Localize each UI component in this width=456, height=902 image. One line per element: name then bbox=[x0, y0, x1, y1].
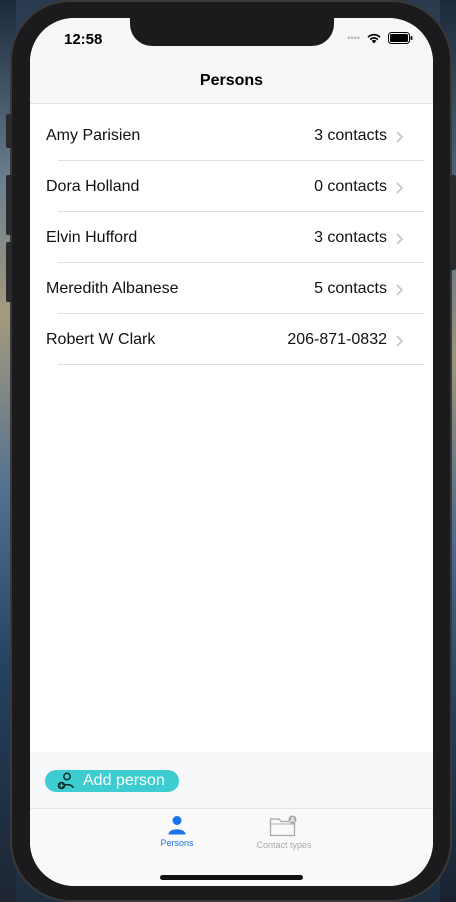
contact-types-icon bbox=[269, 815, 297, 837]
tab-label: Persons bbox=[160, 838, 194, 848]
person-row-4[interactable]: Robert W Clark 206-871-0832 bbox=[30, 314, 433, 365]
person-name: Dora Holland bbox=[46, 178, 140, 195]
person-row-3[interactable]: Meredith Albanese 5 contacts bbox=[30, 263, 433, 314]
volume-up-button bbox=[6, 175, 12, 235]
person-detail: 3 contacts bbox=[314, 229, 387, 246]
home-indicator bbox=[160, 875, 303, 880]
chevron-right-icon bbox=[396, 335, 404, 347]
signal-icon: •••• bbox=[347, 33, 360, 43]
power-button bbox=[450, 175, 456, 270]
person-name: Meredith Albanese bbox=[46, 280, 179, 297]
navigation-bar: Persons bbox=[30, 62, 433, 104]
add-person-icon bbox=[57, 772, 74, 790]
person-row-0[interactable]: Amy Parisien 3 contacts bbox=[30, 110, 433, 161]
person-detail: 5 contacts bbox=[314, 280, 387, 297]
person-row-2[interactable]: Elvin Hufford 3 contacts bbox=[30, 212, 433, 263]
mute-switch bbox=[6, 114, 12, 148]
chevron-right-icon bbox=[396, 233, 404, 245]
volume-down-button bbox=[6, 242, 12, 302]
add-person-button[interactable]: Add person bbox=[45, 770, 179, 792]
tab-persons[interactable]: Persons bbox=[157, 815, 197, 848]
chevron-right-icon bbox=[396, 182, 404, 194]
chevron-right-icon bbox=[396, 284, 404, 296]
action-panel: Add person bbox=[30, 752, 433, 808]
person-detail: 3 contacts bbox=[314, 127, 387, 144]
person-row-1[interactable]: Dora Holland 0 contacts bbox=[30, 161, 433, 212]
person-icon bbox=[168, 816, 186, 835]
person-detail: 0 contacts bbox=[314, 178, 387, 195]
tab-contact-types[interactable]: Contact types bbox=[248, 815, 320, 850]
battery-icon bbox=[388, 32, 413, 44]
add-person-label: Add person bbox=[83, 772, 165, 789]
status-icons: •••• bbox=[347, 32, 413, 44]
page-title: Persons bbox=[199, 72, 264, 89]
person-detail: 206-871-0832 bbox=[287, 331, 387, 348]
status-time: 12:58 bbox=[64, 31, 103, 48]
row-divider bbox=[58, 364, 425, 365]
person-name: Elvin Hufford bbox=[46, 229, 138, 246]
person-name: Robert W Clark bbox=[46, 331, 156, 348]
person-name: Amy Parisien bbox=[46, 127, 141, 144]
persons-list: Amy Parisien 3 contacts Dora Holland 0 c… bbox=[30, 110, 433, 365]
tab-label: Contact types bbox=[256, 840, 312, 850]
phone-screen: 12:58 •••• Persons Amy Parisien 3 contac… bbox=[30, 18, 433, 886]
notch bbox=[130, 18, 334, 46]
wifi-icon bbox=[367, 33, 381, 44]
chevron-right-icon bbox=[396, 131, 404, 143]
